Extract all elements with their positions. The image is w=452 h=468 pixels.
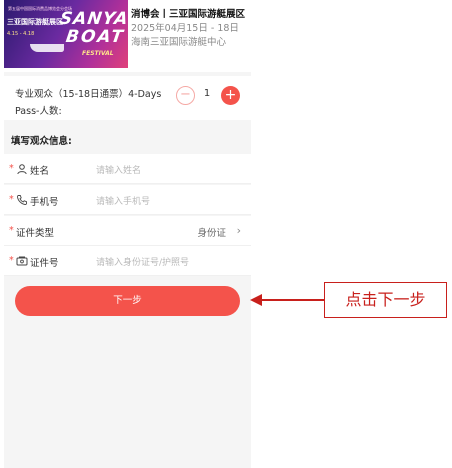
visitor-info-section-title: 填写观众信息: [11,136,72,147]
event-date: 2025年04月15日 - 18日 [131,23,239,34]
phone-field[interactable]: * 手机号 请输入手机号 [4,185,251,215]
banner-date: 4.15 - 4.18 [7,31,35,37]
phone-input[interactable]: 请输入手机号 [96,194,150,207]
name-input[interactable]: 请输入姓名 [96,163,141,176]
required-mark: * [9,225,14,236]
banner-boat-text: BOAT [64,27,126,47]
phone-label: 手机号 [30,197,59,208]
banner-sanya-text: SANYA [58,9,128,29]
person-icon [17,164,27,175]
yacht-graphic [30,44,64,52]
id-number-input[interactable]: 请输入身份证号/护照号 [96,255,189,268]
ticket-quantity-row: 专业观众（15-18日通票）4-Days Pass-人数: − 1 + [4,76,251,120]
id-number-field[interactable]: * 证件号 请输入身份证号/护照号 [4,246,251,276]
event-banner-image: 第五届中国国际消费品博览会分会场 三亚国际游艇展区 4.15 - 4.18 SA… [4,0,128,68]
banner-cn-title: 三亚国际游艇展区 [7,18,63,26]
id-type-select-value[interactable]: 身份证 [197,225,226,239]
mobile-screen: 第五届中国国际消费品博览会分会场 三亚国际游艇展区 4.15 - 4.18 SA… [4,0,251,468]
id-card-icon [16,256,28,266]
chevron-right-icon: › [236,224,241,237]
banner-festival-text: FESTIVAL [82,50,114,57]
increase-quantity-button[interactable]: + [221,86,240,105]
id-type-label: 证件类型 [16,228,55,239]
required-mark: * [9,255,14,266]
required-mark: * [9,194,14,205]
event-header: 第五届中国国际消费品博览会分会场 三亚国际游艇展区 4.15 - 4.18 SA… [4,0,251,72]
annotation-callout: 点击下一步 [324,282,447,318]
ticket-type-label: 专业观众（15-18日通票）4-Days Pass-人数: [15,89,162,117]
event-venue: 海南三亚国际游艇中心 [131,37,227,48]
annotation-arrow [250,294,324,306]
phone-icon [17,195,27,205]
id-type-field[interactable]: * 证件类型 身份证 › [4,216,251,246]
event-title: 消博会丨三亚国际游艇展区 [131,9,246,20]
id-number-label: 证件号 [30,258,59,269]
name-field[interactable]: * 姓名 请输入姓名 [4,154,251,184]
decrease-quantity-button[interactable]: − [176,86,195,105]
quantity-value: 1 [203,88,211,99]
next-step-button[interactable]: 下一步 [15,286,240,316]
name-label: 姓名 [30,166,50,177]
required-mark: * [9,163,14,174]
